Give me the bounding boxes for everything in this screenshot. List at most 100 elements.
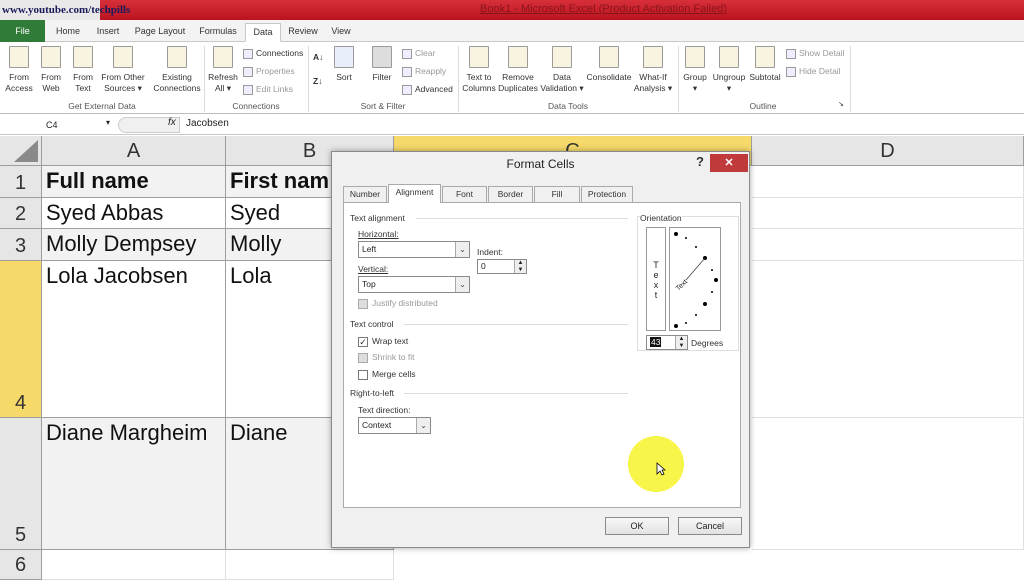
- subtotal-icon: [755, 46, 775, 68]
- from-access-button[interactable]: From Access: [3, 46, 35, 94]
- data-validation-button[interactable]: Data Validation ▾: [540, 46, 584, 94]
- hide-detail-icon: [786, 66, 796, 77]
- wrap-text-checkbox[interactable]: ✓ Wrap text: [358, 336, 408, 347]
- tab-alignment[interactable]: Alignment: [388, 184, 441, 203]
- cell-d4[interactable]: [752, 261, 1024, 418]
- column-header-d[interactable]: D: [752, 136, 1024, 166]
- from-web-button[interactable]: From Web: [36, 46, 66, 94]
- tab-border[interactable]: Border: [488, 186, 533, 202]
- ungroup-button[interactable]: Ungroup ▾: [711, 46, 747, 94]
- edit-links-button[interactable]: Edit Links: [243, 82, 293, 96]
- reapply-button[interactable]: Reapply: [402, 64, 446, 78]
- tab-font[interactable]: Font: [442, 186, 487, 202]
- what-if-icon: [643, 46, 663, 68]
- formula-input[interactable]: Jacobsen: [186, 118, 229, 129]
- justify-distributed-checkbox[interactable]: Justify distributed: [358, 298, 438, 309]
- text-to-columns-button[interactable]: Text to Columns: [461, 46, 497, 94]
- cell-a5[interactable]: Diane Margheim: [42, 418, 226, 550]
- show-detail-button[interactable]: Show Detail: [786, 46, 844, 60]
- subtotal-button[interactable]: Subtotal: [748, 46, 782, 83]
- name-box[interactable]: C4: [0, 117, 118, 133]
- group-label-get-external-data: Get External Data: [68, 101, 136, 111]
- cell-d3[interactable]: [752, 229, 1024, 261]
- connections-button[interactable]: Connections: [243, 46, 303, 60]
- mouse-cursor-icon: [656, 462, 666, 476]
- sort-button[interactable]: Sort: [332, 46, 356, 83]
- degrees-stepper[interactable]: 43 ▲ ▼: [646, 335, 688, 350]
- sort-desc-button[interactable]: Z↓: [313, 74, 322, 88]
- group-button[interactable]: Group ▾: [681, 46, 709, 94]
- group-label-data-tools: Data Tools: [547, 101, 588, 111]
- help-icon[interactable]: ?: [696, 154, 704, 169]
- text-direction-select[interactable]: Context ⌄: [358, 417, 431, 434]
- spinner-arrows-icon[interactable]: ▲ ▼: [675, 336, 687, 349]
- advanced-button[interactable]: Advanced: [402, 82, 453, 96]
- divider: [404, 324, 628, 325]
- from-other-sources-button[interactable]: From Other Sources ▾: [99, 46, 147, 94]
- orientation-dial[interactable]: Text: [669, 227, 721, 331]
- row-header-4[interactable]: 4: [0, 261, 42, 418]
- connections-icon: [243, 48, 253, 59]
- tab-fill[interactable]: Fill: [534, 186, 580, 202]
- chevron-down-icon: ⌄: [455, 242, 469, 257]
- cell-a2[interactable]: Syed Abbas: [42, 198, 226, 229]
- hide-detail-button[interactable]: Hide Detail: [786, 64, 841, 78]
- vertical-label: Vertical:: [358, 264, 389, 274]
- properties-button[interactable]: Properties: [243, 64, 295, 78]
- advanced-filter-icon: [402, 84, 412, 95]
- tab-view[interactable]: View: [325, 23, 357, 42]
- what-if-analysis-button[interactable]: What-If Analysis ▾: [633, 46, 673, 94]
- spinner-arrows-icon[interactable]: ▲ ▼: [514, 260, 526, 273]
- clear-button[interactable]: Clear: [402, 46, 435, 60]
- tab-review[interactable]: Review: [285, 23, 321, 42]
- row-header-1[interactable]: 1: [0, 166, 42, 198]
- row-header-2[interactable]: 2: [0, 198, 42, 229]
- column-header-a[interactable]: A: [42, 136, 226, 166]
- tab-formulas[interactable]: Formulas: [195, 23, 241, 42]
- checkbox-icon: [358, 352, 368, 363]
- select-all-button[interactable]: [0, 136, 42, 166]
- cell-d1[interactable]: [752, 166, 1024, 198]
- vertical-text-button[interactable]: T e x t: [646, 227, 666, 331]
- sort-icon: [334, 46, 354, 68]
- shrink-to-fit-checkbox[interactable]: Shrink to fit: [358, 352, 415, 363]
- tab-home[interactable]: Home: [50, 23, 86, 42]
- filter-button[interactable]: Filter: [369, 46, 395, 83]
- existing-connections-button[interactable]: Existing Connections: [152, 46, 202, 94]
- name-box-dropdown-icon[interactable]: ▾: [106, 118, 110, 127]
- cancel-button[interactable]: Cancel: [678, 517, 742, 535]
- refresh-all-button[interactable]: Refresh All ▾: [206, 46, 240, 94]
- vertical-select[interactable]: Top ⌄: [358, 276, 470, 293]
- merge-cells-checkbox[interactable]: Merge cells: [358, 369, 415, 380]
- tab-page-layout[interactable]: Page Layout: [130, 23, 190, 42]
- cell-a4[interactable]: Lola Jacobsen: [42, 261, 226, 418]
- tab-file[interactable]: File: [0, 20, 45, 42]
- text-alignment-heading: Text alignment: [350, 213, 405, 223]
- row-header-3[interactable]: 3: [0, 229, 42, 261]
- cell-d2[interactable]: [752, 198, 1024, 229]
- access-icon: [9, 46, 29, 68]
- horizontal-select[interactable]: Left ⌄: [358, 241, 470, 258]
- indent-stepper[interactable]: 0 ▲ ▼: [477, 259, 527, 274]
- sort-asc-button[interactable]: A↓: [313, 50, 323, 64]
- refresh-icon: [213, 46, 233, 68]
- cell-d5[interactable]: [752, 418, 1024, 550]
- tab-insert[interactable]: Insert: [90, 23, 126, 42]
- from-text-button[interactable]: From Text: [68, 46, 98, 94]
- tab-number[interactable]: Number: [343, 186, 387, 202]
- cell-a1[interactable]: Full name: [42, 166, 226, 198]
- ok-button[interactable]: OK: [605, 517, 669, 535]
- data-validation-icon: [552, 46, 572, 68]
- consolidate-button[interactable]: Consolidate: [586, 46, 632, 83]
- insert-function-icon[interactable]: fx: [168, 117, 176, 128]
- tab-protection[interactable]: Protection: [581, 186, 633, 202]
- remove-duplicates-button[interactable]: Remove Duplicates: [497, 46, 539, 94]
- close-icon[interactable]: ✕: [710, 154, 748, 172]
- degrees-label: Degrees: [691, 338, 724, 348]
- cell-a3[interactable]: Molly Dempsey: [42, 229, 226, 261]
- tab-data[interactable]: Data: [245, 23, 281, 42]
- text-control-heading: Text control: [350, 319, 394, 329]
- svg-text:Text: Text: [675, 279, 689, 293]
- row-header-5[interactable]: 5: [0, 418, 42, 550]
- outline-dialog-launcher-icon[interactable]: ↘: [838, 98, 844, 112]
